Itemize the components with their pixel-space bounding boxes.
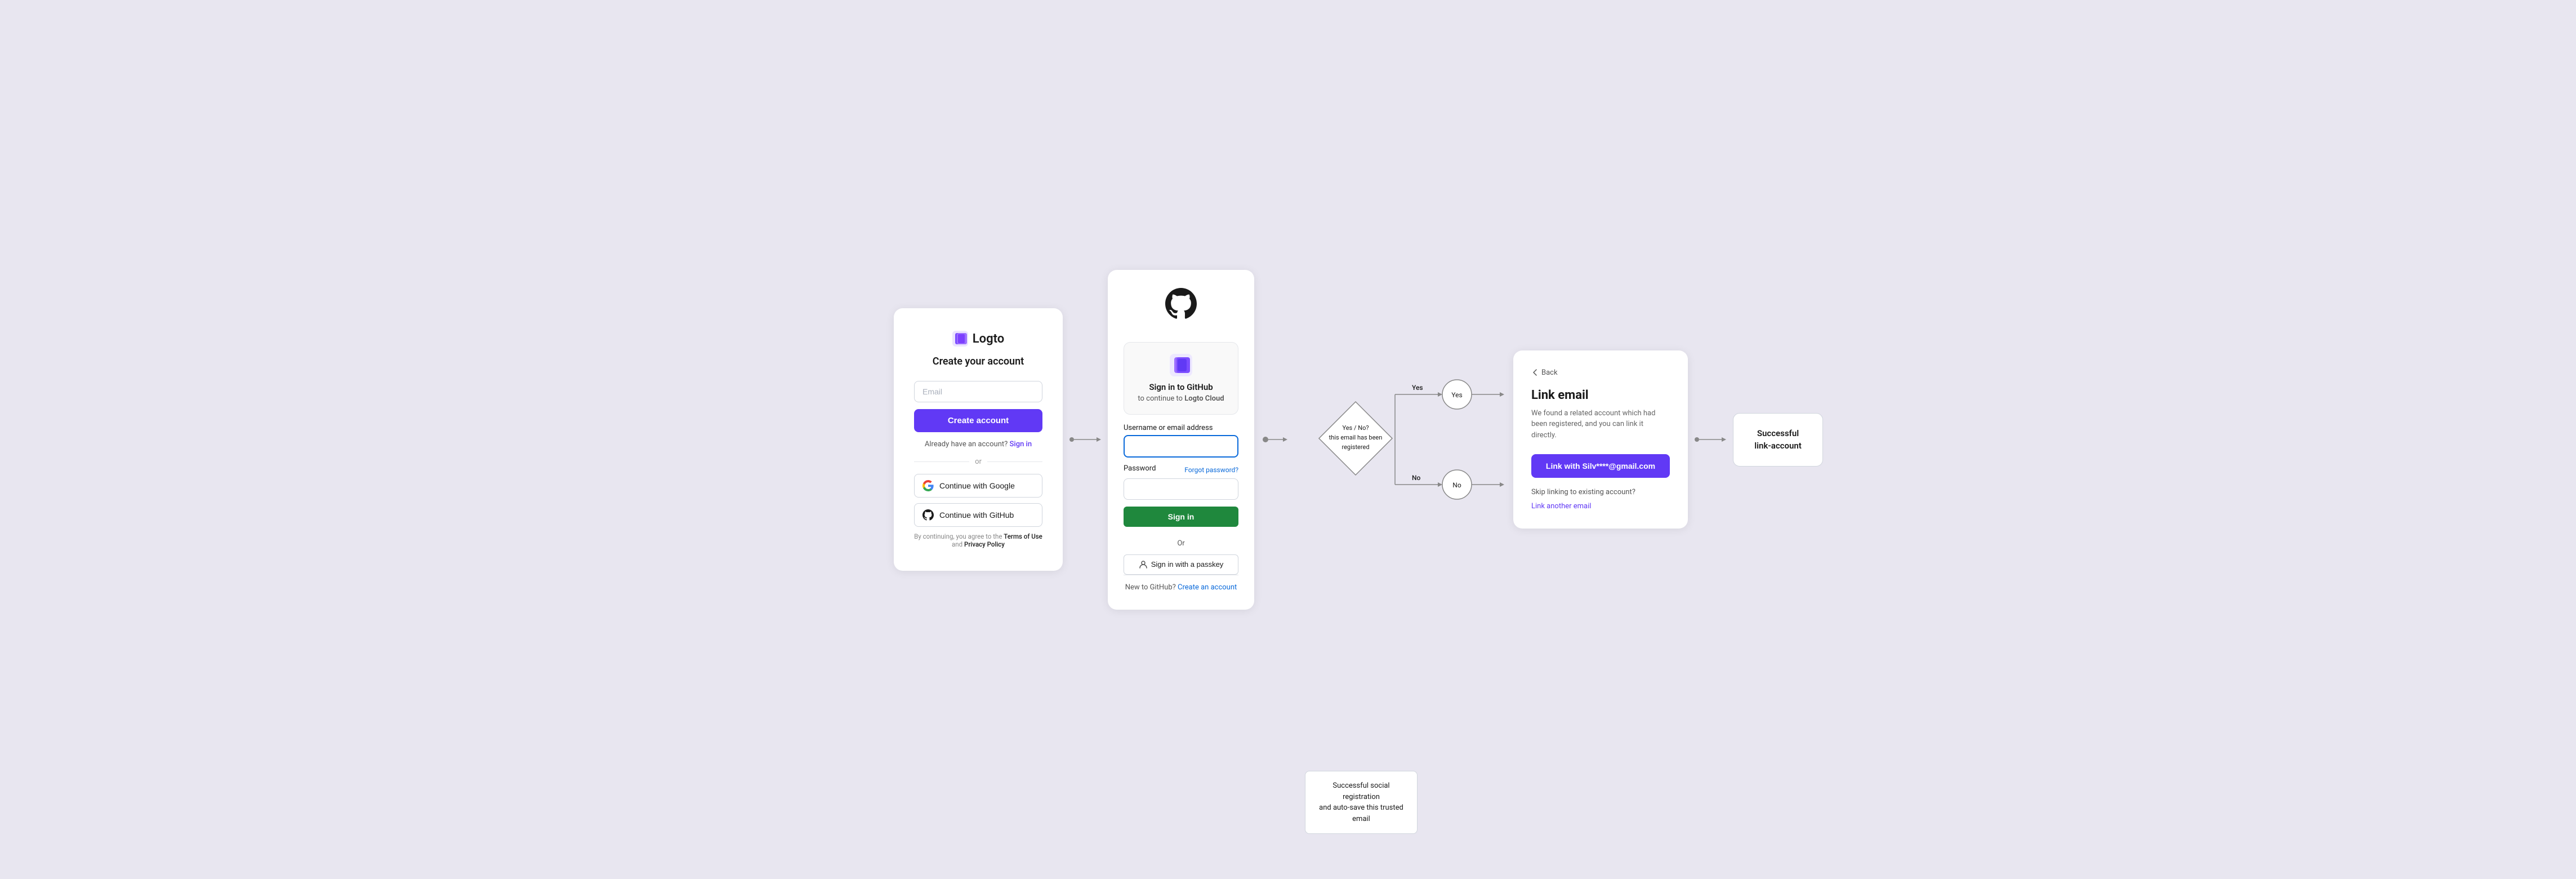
email-input[interactable] bbox=[914, 381, 1042, 402]
password-input[interactable] bbox=[1124, 478, 1238, 500]
password-form-group: Password Forgot password? bbox=[1124, 464, 1238, 500]
success-link-text: Successful link-account bbox=[1754, 428, 1802, 451]
github-divider: Or bbox=[1124, 539, 1238, 548]
svg-text:registered: registered bbox=[1342, 443, 1369, 451]
back-button[interactable]: Back bbox=[1531, 369, 1670, 377]
logto-brand-icon bbox=[1170, 354, 1192, 376]
signin-link[interactable]: Sign in bbox=[1010, 440, 1032, 449]
divider-line-left bbox=[914, 461, 969, 462]
svg-text:this email has been: this email has been bbox=[1329, 434, 1383, 441]
create-account-button[interactable]: Create account bbox=[914, 409, 1042, 432]
link-email-description: We found a related account which had bee… bbox=[1531, 408, 1670, 441]
google-signin-button[interactable]: Continue with Google bbox=[914, 474, 1042, 498]
flow-container: Logto Create your account Create account… bbox=[894, 270, 1682, 610]
github-octocat-icon bbox=[1165, 288, 1197, 319]
divider-line-right bbox=[987, 461, 1042, 462]
logto-logo: Logto bbox=[914, 331, 1042, 347]
link-email-button[interactable]: Link with Silv****@gmail.com bbox=[1531, 454, 1670, 478]
link-email-title: Link email bbox=[1531, 388, 1670, 402]
github-inner-card: Sign in to GitHub to continue to Logto C… bbox=[1124, 342, 1238, 415]
link-email-card: Back Link email We found a related accou… bbox=[1513, 350, 1688, 529]
username-form-group: Username or email address bbox=[1124, 424, 1238, 458]
github-card-title: Sign in to GitHub bbox=[1135, 382, 1227, 392]
github-signin-button-main[interactable]: Sign in bbox=[1124, 507, 1238, 527]
success-social-text: Successful social registration and auto-… bbox=[1319, 782, 1403, 823]
github-btn-label: Continue with GitHub bbox=[939, 510, 1014, 520]
flowchart-area: Yes / No? this email has been registered… bbox=[1254, 355, 1513, 524]
github-header bbox=[1124, 288, 1238, 328]
github-footer: New to GitHub? Create an account bbox=[1124, 575, 1238, 592]
terms-text: By continuing, you agree to the Terms of… bbox=[914, 532, 1042, 548]
arrow-2 bbox=[1688, 434, 1733, 445]
app-name: Logto Cloud bbox=[1184, 394, 1224, 403]
passkey-button[interactable]: Sign in with a passkey bbox=[1124, 554, 1238, 575]
success-social-wrapper: Successful social registration and auto-… bbox=[1305, 771, 1418, 834]
google-btn-label: Continue with Google bbox=[939, 481, 1015, 490]
github-signin-card: Sign in to GitHub to continue to Logto C… bbox=[1108, 270, 1254, 610]
svg-text:No: No bbox=[1452, 481, 1461, 489]
svg-text:Yes / No?: Yes / No? bbox=[1342, 424, 1369, 432]
branches-svg: Yes Yes No No bbox=[1395, 355, 1508, 524]
email-form-group bbox=[914, 381, 1042, 402]
arrow-line-1 bbox=[1068, 434, 1102, 445]
divider-text: or bbox=[975, 458, 982, 466]
divider: or bbox=[914, 458, 1042, 466]
create-github-account-link[interactable]: Create an account bbox=[1178, 583, 1237, 592]
password-label: Password bbox=[1124, 464, 1156, 473]
username-label: Username or email address bbox=[1124, 424, 1238, 432]
svg-text:No: No bbox=[1412, 474, 1421, 482]
github-card-subtitle: to continue to Logto Cloud bbox=[1135, 394, 1227, 403]
passkey-icon bbox=[1139, 560, 1148, 569]
logto-logo-icon bbox=[952, 331, 968, 347]
diamond-svg: Yes / No? this email has been registered bbox=[1316, 399, 1395, 478]
svg-text:Yes: Yes bbox=[1412, 384, 1423, 392]
privacy-link[interactable]: Privacy Policy bbox=[964, 540, 1005, 548]
svg-text:Yes: Yes bbox=[1451, 391, 1462, 399]
github-signin-button[interactable]: Continue with GitHub bbox=[914, 503, 1042, 527]
logto-logo-text: Logto bbox=[973, 332, 1004, 346]
success-link-account-box: Successful link-account bbox=[1733, 413, 1823, 467]
username-input[interactable] bbox=[1124, 435, 1238, 458]
flowchart-svg bbox=[1260, 361, 1316, 518]
password-row: Password Forgot password? bbox=[1124, 464, 1238, 476]
arrow-line-2 bbox=[1693, 434, 1727, 445]
page-title: Create your account bbox=[914, 356, 1042, 367]
skip-text: Skip linking to existing account? bbox=[1531, 488, 1670, 496]
create-account-card: Logto Create your account Create account… bbox=[894, 308, 1063, 571]
google-icon bbox=[922, 480, 934, 491]
success-social-box: Successful social registration and auto-… bbox=[1305, 771, 1418, 834]
terms-link[interactable]: Terms of Use bbox=[1004, 532, 1042, 540]
arrow-1 bbox=[1063, 434, 1108, 445]
forgot-password-link[interactable]: Forgot password? bbox=[1184, 466, 1238, 474]
github-icon bbox=[922, 509, 934, 521]
signin-prompt: Already have an account? Sign in bbox=[914, 440, 1042, 449]
link-another-email-link[interactable]: Link another email bbox=[1531, 502, 1591, 510]
passkey-btn-label: Sign in with a passkey bbox=[1151, 560, 1224, 569]
back-chevron-icon bbox=[1531, 369, 1539, 376]
